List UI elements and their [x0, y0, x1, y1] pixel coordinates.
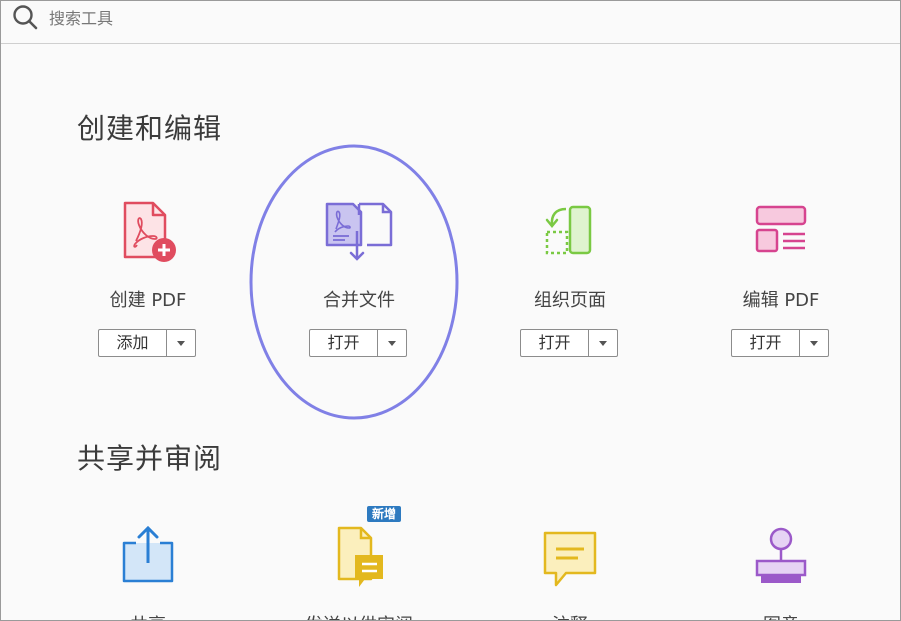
combine-files-open-button[interactable]: 打开: [309, 329, 407, 357]
edit-pdf-open-button[interactable]: 打开: [731, 329, 829, 357]
tool-label: 合并文件: [323, 290, 395, 311]
tools-panel: 创建和编辑 创建 PDF 添加: [0, 0, 901, 621]
section-title-create-edit: 创建和编辑: [77, 112, 223, 145]
chevron-down-icon[interactable]: [800, 330, 828, 356]
search-input[interactable]: [47, 3, 831, 33]
button-label[interactable]: 打开: [521, 330, 589, 356]
chevron-down-icon[interactable]: [589, 330, 617, 356]
chevron-down-icon[interactable]: [167, 330, 195, 356]
section-title-share-review: 共享并审阅: [77, 442, 223, 475]
tool-label: 共享: [48, 611, 248, 620]
search-icon: [13, 5, 38, 30]
tool-label: 创建 PDF: [109, 290, 187, 311]
stamp-icon: [755, 527, 807, 583]
organize-pages-icon: [545, 205, 592, 255]
edit-pdf-icon: [755, 205, 807, 253]
highlight-ellipse: [249, 144, 459, 420]
tool-label: 组织页面: [534, 290, 606, 311]
button-label[interactable]: 打开: [310, 330, 378, 356]
button-label[interactable]: 打开: [732, 330, 800, 356]
chevron-down-icon[interactable]: [378, 330, 406, 356]
search-bar: [1, 1, 900, 44]
share-icon: [122, 525, 174, 583]
comment-icon: [543, 531, 597, 587]
tool-label: 编辑 PDF: [742, 290, 820, 311]
organize-pages-open-button[interactable]: 打开: [520, 329, 618, 357]
create-pdf-icon: [123, 201, 176, 262]
new-badge: 新增: [367, 506, 402, 522]
tool-label: 注释: [470, 611, 670, 620]
tool-label: 图章: [681, 611, 881, 620]
create-pdf-add-button[interactable]: 添加: [98, 329, 196, 357]
button-label[interactable]: 添加: [99, 330, 167, 356]
send-for-review-icon: [337, 526, 383, 587]
tool-label: 发送以供审阅: [259, 611, 459, 620]
combine-files-icon: [325, 202, 393, 261]
